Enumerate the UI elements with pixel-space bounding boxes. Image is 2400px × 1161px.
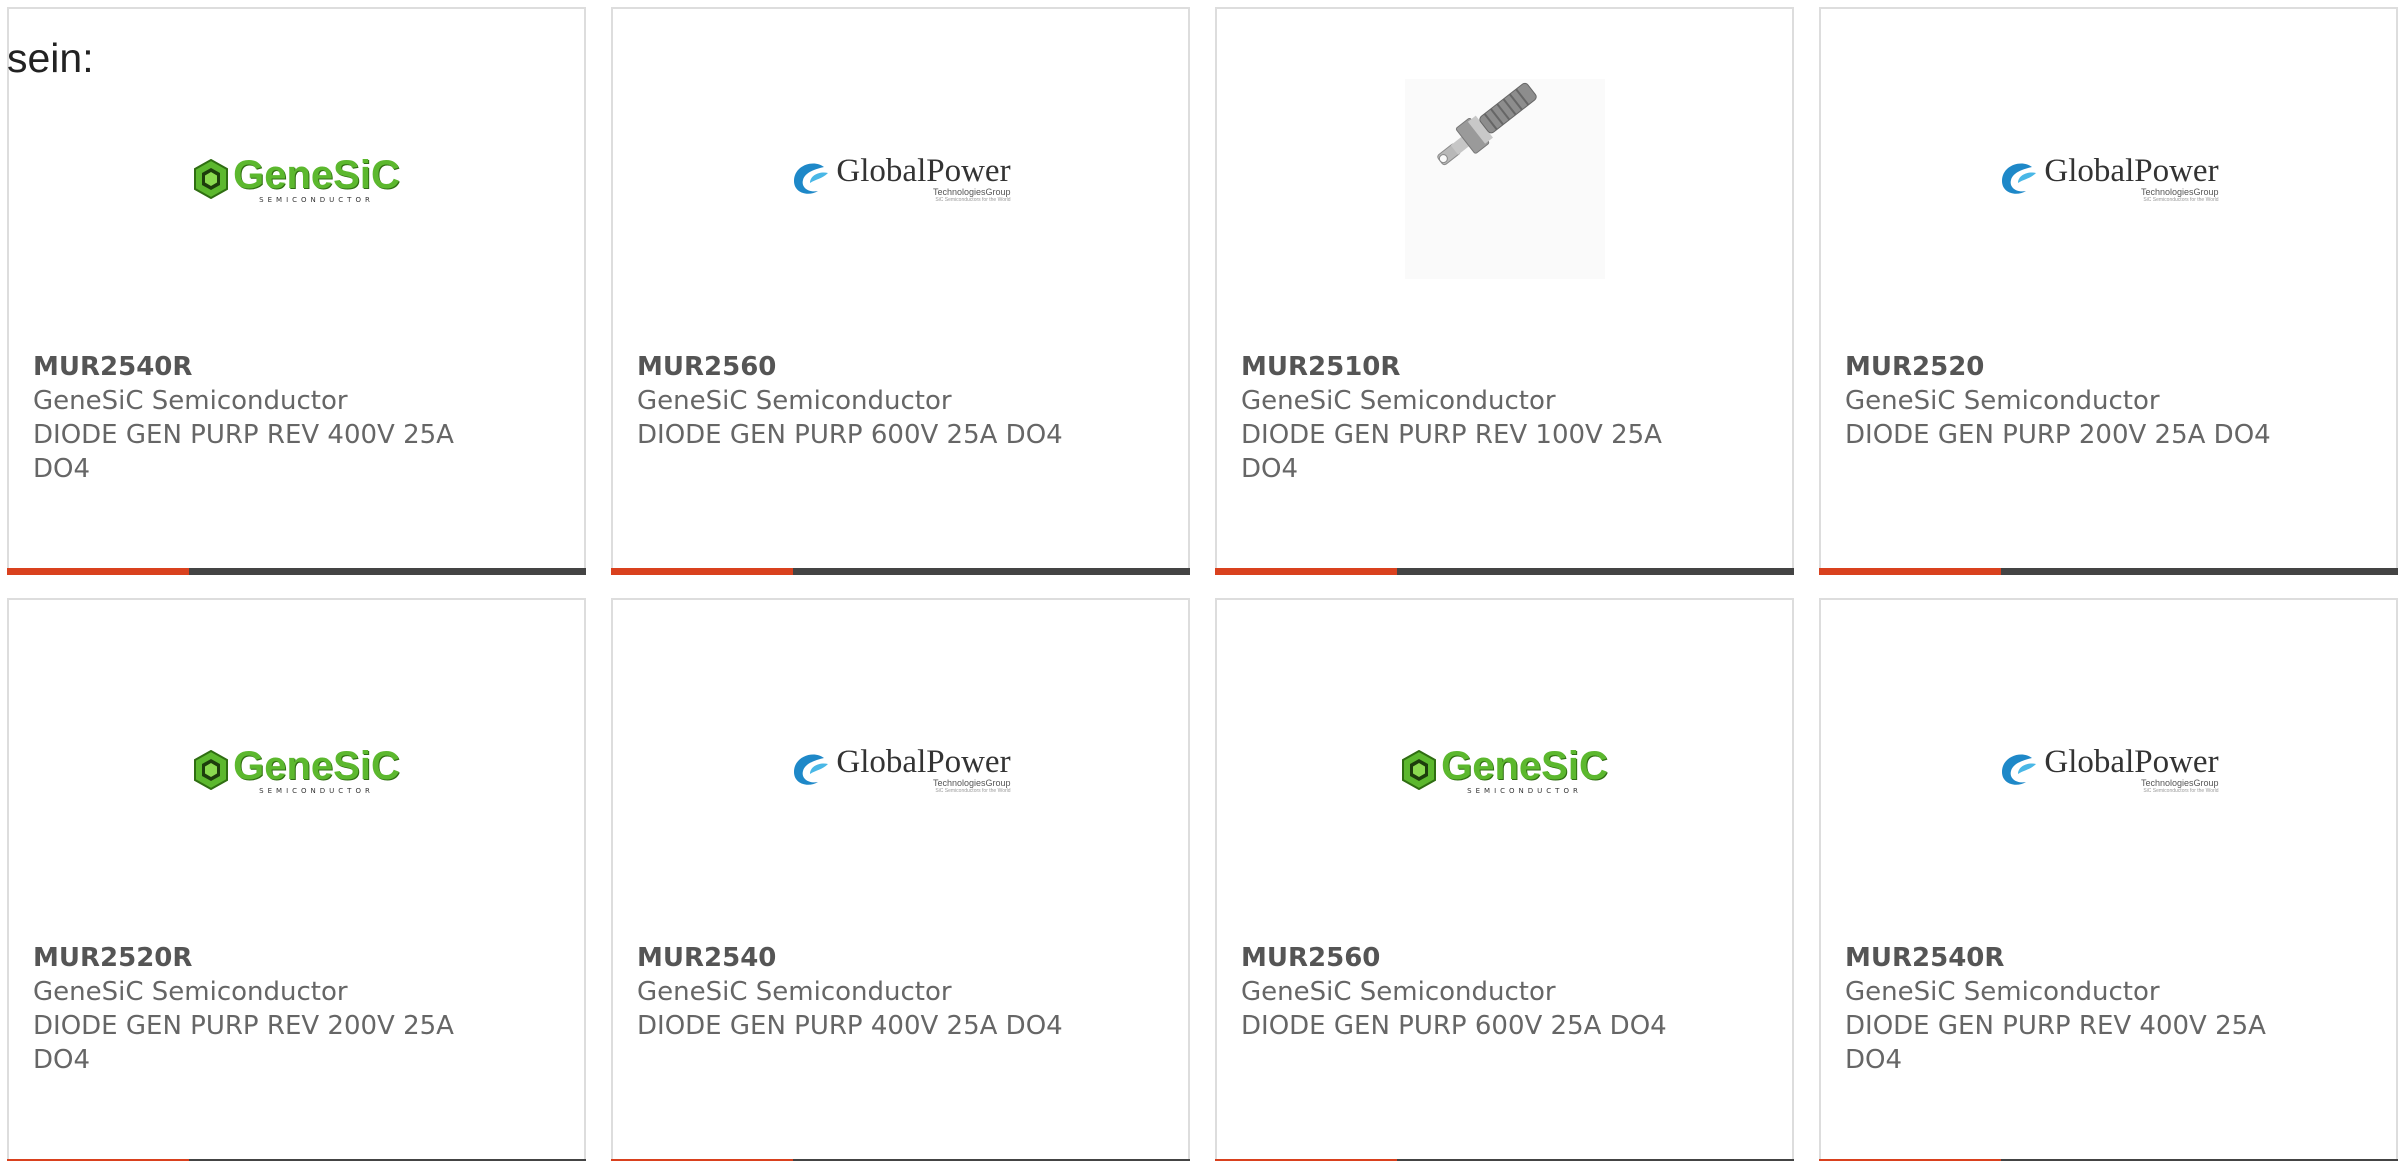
- globalpower-logo: GlobalPower TechnologiesGroup SiC Semico…: [790, 152, 1011, 204]
- globalpower-swirl-icon: [794, 754, 829, 785]
- product-card[interactable]: MUR2510R GeneSiC Semiconductor DIODE GEN P…: [1215, 7, 1794, 575]
- genesic-hexagon-icon: [1402, 750, 1437, 790]
- product-info: MUR2560 GeneSiC Semiconductor DIODE GEN PU…: [637, 350, 1068, 452]
- product-manufacturer: GeneSiC Semiconductor: [1241, 977, 1556, 1007]
- product-part-number[interactable]: MUR2520: [1845, 350, 2276, 384]
- genesic-logo-name: GeneSiC: [233, 743, 400, 788]
- globalpower-logo-name: GlobalPower: [2044, 743, 2219, 780]
- genesic-logo: GeneSiC SEMICONDUCTOR: [193, 746, 400, 795]
- product-card[interactable]: GlobalPower TechnologiesGroup SiC Semico…: [1819, 598, 2398, 1161]
- product-card[interactable]: GeneSiC SEMICONDUCTOR MUR2560 GeneSiC Sem…: [1215, 598, 1794, 1161]
- product-card[interactable]: GlobalPower TechnologiesGroup SiC Semico…: [611, 598, 1190, 1161]
- product-manufacturer: GeneSiC Semiconductor: [1845, 386, 2160, 416]
- product-description: DIODE GEN PURP 400V 25A DO4: [637, 1011, 1063, 1041]
- globalpower-logo-name: GlobalPower: [836, 743, 1011, 780]
- card-footer-bar-rest: [189, 568, 586, 575]
- product-image[interactable]: GeneSiC SEMICONDUCTOR: [1217, 655, 1792, 885]
- product-manufacturer: GeneSiC Semiconductor: [1241, 386, 1556, 416]
- product-image[interactable]: GlobalPower TechnologiesGroup SiC Semico…: [1821, 655, 2396, 885]
- card-footer-bar-accent: [611, 568, 793, 575]
- product-manufacturer: GeneSiC Semiconductor: [1845, 977, 2160, 1007]
- genesic-logo-sub: SEMICONDUCTOR: [259, 195, 374, 204]
- product-manufacturer: GeneSiC Semiconductor: [637, 386, 952, 416]
- globalpower-swirl-icon: [2002, 754, 2037, 785]
- product-part-number[interactable]: MUR2560: [637, 350, 1068, 384]
- product-image[interactable]: [1217, 64, 1792, 294]
- product-manufacturer: GeneSiC Semiconductor: [637, 977, 952, 1007]
- card-footer-bar-rest: [793, 568, 1190, 575]
- card-footer-bar-accent: [1819, 568, 2001, 575]
- product-description: DIODE GEN PURP REV 200V 25A DO4: [33, 1011, 454, 1075]
- globalpower-swirl-icon: [794, 163, 829, 194]
- product-description: DIODE GEN PURP 200V 25A DO4: [1845, 420, 2271, 450]
- product-part-number[interactable]: MUR2510R: [1241, 350, 1672, 384]
- globalpower-swirl-icon: [2002, 163, 2037, 194]
- genesic-hexagon-icon: [194, 750, 229, 790]
- product-description: DIODE GEN PURP 600V 25A DO4: [1241, 1011, 1667, 1041]
- product-part-number[interactable]: MUR2560: [1241, 941, 1672, 975]
- globalpower-logo-tagline: SiC Semiconductors for the World: [2143, 788, 2219, 795]
- product-part-number[interactable]: MUR2540: [637, 941, 1068, 975]
- product-part-number[interactable]: MUR2520R: [33, 941, 464, 975]
- genesic-logo-sub: SEMICONDUCTOR: [259, 786, 374, 795]
- globalpower-logo-tagline: SiC Semiconductors for the World: [935, 788, 1011, 795]
- globalpower-logo-sub: TechnologiesGroup: [2141, 186, 2219, 197]
- product-description: DIODE GEN PURP REV 100V 25A DO4: [1241, 420, 1662, 484]
- globalpower-logo-name: GlobalPower: [2044, 152, 2219, 189]
- genesic-logo: GeneSiC SEMICONDUCTOR: [193, 155, 400, 204]
- product-card[interactable]: GlobalPower TechnologiesGroup SiC Semico…: [1819, 7, 2398, 575]
- card-footer-bar-accent: [7, 568, 189, 575]
- product-card[interactable]: GeneSiC SEMICONDUCTOR MUR2540R GeneSiC Se…: [7, 7, 586, 575]
- stud-diode-photo: [1404, 79, 1605, 279]
- product-part-number[interactable]: MUR2540R: [33, 350, 464, 384]
- product-card[interactable]: GeneSiC SEMICONDUCTOR MUR2520R GeneSiC Se…: [7, 598, 586, 1161]
- product-image[interactable]: GlobalPower TechnologiesGroup SiC Semico…: [1821, 64, 2396, 294]
- globalpower-logo: GlobalPower TechnologiesGroup SiC Semico…: [790, 743, 1011, 795]
- product-image[interactable]: GeneSiC SEMICONDUCTOR: [9, 64, 584, 294]
- product-manufacturer: GeneSiC Semiconductor: [33, 977, 348, 1007]
- genesic-logo-sub: SEMICONDUCTOR: [1467, 786, 1582, 795]
- product-info: MUR2540 GeneSiC Semiconductor DIODE GEN PU…: [637, 941, 1068, 1043]
- globalpower-logo: GlobalPower TechnologiesGroup SiC Semico…: [1998, 743, 2219, 795]
- product-manufacturer: GeneSiC Semiconductor: [33, 386, 348, 416]
- card-footer-bar-accent: [1215, 568, 1397, 575]
- product-info: MUR2510R GeneSiC Semiconductor DIODE GEN P…: [1241, 350, 1672, 486]
- intro-text: sein:: [7, 35, 94, 81]
- product-info: MUR2520R GeneSiC Semiconductor DIODE GEN P…: [33, 941, 464, 1077]
- product-info: MUR2540R GeneSiC Semiconductor DIODE GEN P…: [1845, 941, 2276, 1077]
- product-part-number[interactable]: MUR2540R: [1845, 941, 2276, 975]
- product-info: MUR2520 GeneSiC Semiconductor DIODE GEN PU…: [1845, 350, 2276, 452]
- globalpower-logo-name: GlobalPower: [836, 152, 1011, 189]
- product-image[interactable]: GlobalPower TechnologiesGroup SiC Semico…: [613, 655, 1188, 885]
- genesic-logo-name: GeneSiC: [233, 152, 400, 197]
- genesic-logo: GeneSiC SEMICONDUCTOR: [1401, 746, 1608, 795]
- genesic-hexagon-icon: [194, 159, 229, 199]
- card-footer-bar: [1215, 568, 1794, 575]
- globalpower-logo-tagline: SiC Semiconductors for the World: [2143, 197, 2219, 204]
- page: sein: GeneSiC SEMICONDUCTOR MUR2540R Gene…: [0, 0, 2400, 1161]
- genesic-logo-name: GeneSiC: [1441, 743, 1608, 788]
- globalpower-logo-sub: TechnologiesGroup: [2141, 777, 2219, 788]
- product-description: DIODE GEN PURP 600V 25A DO4: [637, 420, 1063, 450]
- globalpower-logo-tagline: SiC Semiconductors for the World: [935, 197, 1011, 204]
- product-description: DIODE GEN PURP REV 400V 25A DO4: [1845, 1011, 2266, 1075]
- card-footer-bar: [611, 568, 1190, 575]
- card-footer-bar-rest: [1397, 568, 1794, 575]
- globalpower-logo-sub: TechnologiesGroup: [933, 777, 1011, 788]
- product-description: DIODE GEN PURP REV 400V 25A DO4: [33, 420, 454, 484]
- card-footer-bar-rest: [2001, 568, 2398, 575]
- product-info: MUR2560 GeneSiC Semiconductor DIODE GEN PU…: [1241, 941, 1672, 1043]
- product-image[interactable]: GeneSiC SEMICONDUCTOR: [9, 655, 584, 885]
- product-card[interactable]: GlobalPower TechnologiesGroup SiC Semico…: [611, 7, 1190, 575]
- product-grid: GeneSiC SEMICONDUCTOR MUR2540R GeneSiC Se…: [7, 7, 2398, 1161]
- globalpower-logo-sub: TechnologiesGroup: [933, 186, 1011, 197]
- globalpower-logo: GlobalPower TechnologiesGroup SiC Semico…: [1998, 152, 2219, 204]
- product-info: MUR2540R GeneSiC Semiconductor DIODE GEN P…: [33, 350, 464, 486]
- product-image[interactable]: GlobalPower TechnologiesGroup SiC Semico…: [613, 64, 1188, 294]
- card-footer-bar: [1819, 568, 2398, 575]
- card-footer-bar: [7, 568, 586, 575]
